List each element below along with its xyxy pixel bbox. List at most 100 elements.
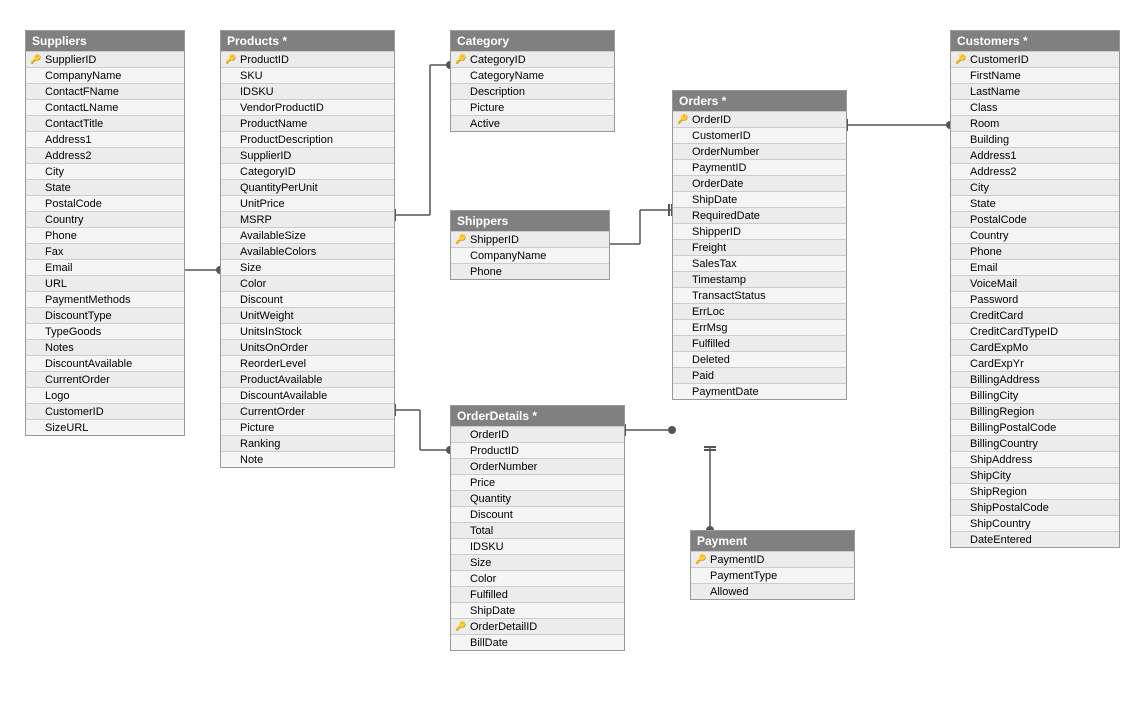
table-row: TypeGoods (26, 323, 184, 339)
table-row: Freight (673, 239, 846, 255)
spacer-icon (455, 589, 467, 601)
table-row: Note (221, 451, 394, 467)
table-row: ShipperID (673, 223, 846, 239)
field-name: Deleted (692, 354, 842, 366)
table-row: Phone (951, 243, 1119, 259)
spacer-icon (955, 406, 967, 418)
field-name: Password (970, 294, 1115, 306)
field-name: Description (470, 86, 610, 98)
table-row: 🔑OrderDetailID (451, 618, 624, 634)
table-row: CurrentOrder (26, 371, 184, 387)
field-name: IDSKU (470, 541, 620, 553)
table-row: UnitPrice (221, 195, 394, 211)
spacer-icon (955, 518, 967, 530)
table-row: SalesTax (673, 255, 846, 271)
field-name: Color (240, 278, 390, 290)
spacer-icon (225, 166, 237, 178)
spacer-icon (225, 150, 237, 162)
spacer-icon (455, 557, 467, 569)
field-name: OrderDate (692, 178, 842, 190)
spacer-icon (30, 214, 42, 226)
table-row: URL (26, 275, 184, 291)
field-name: FirstName (970, 70, 1115, 82)
field-name: ErrMsg (692, 322, 842, 334)
field-name: ProductDescription (240, 134, 390, 146)
table-row: Picture (451, 99, 614, 115)
field-name: CategoryID (240, 166, 390, 178)
table-row: PaymentType (691, 567, 854, 583)
field-name: VoiceMail (970, 278, 1115, 290)
spacer-icon (695, 570, 707, 582)
table-row: 🔑ShipperID (451, 231, 609, 247)
table-row: BillingRegion (951, 403, 1119, 419)
table-row: DateEntered (951, 531, 1119, 547)
field-name: PostalCode (970, 214, 1115, 226)
table-row: Address2 (951, 163, 1119, 179)
table-row: Country (26, 211, 184, 227)
field-name: CardExpYr (970, 358, 1115, 370)
table-row: ShipCountry (951, 515, 1119, 531)
spacer-icon (955, 262, 967, 274)
spacer-icon (30, 166, 42, 178)
table-row: SizeURL (26, 419, 184, 435)
table-row: QuantityPerUnit (221, 179, 394, 195)
table-row: Color (451, 570, 624, 586)
spacer-icon (455, 70, 467, 82)
field-name: Ranking (240, 438, 390, 450)
table-row: Fax (26, 243, 184, 259)
table-payment: Payment🔑PaymentIDPaymentTypeAllowed (690, 530, 855, 600)
table-row: ShipAddress (951, 451, 1119, 467)
spacer-icon (955, 70, 967, 82)
field-name: QuantityPerUnit (240, 182, 390, 194)
field-name: Address1 (970, 150, 1115, 162)
table-row: Discount (451, 506, 624, 522)
table-row: Password (951, 291, 1119, 307)
spacer-icon (455, 509, 467, 521)
field-name: PaymentMethods (45, 294, 180, 306)
table-row: CurrentOrder (221, 403, 394, 419)
table-row: ShipPostalCode (951, 499, 1119, 515)
field-name: TypeGoods (45, 326, 180, 338)
field-name: PaymentDate (692, 386, 842, 398)
spacer-icon (225, 230, 237, 242)
spacer-icon (955, 86, 967, 98)
table-row: State (26, 179, 184, 195)
table-row: Logo (26, 387, 184, 403)
table-row: BillingAddress (951, 371, 1119, 387)
table-row: PaymentDate (673, 383, 846, 399)
table-row: 🔑ProductID (221, 51, 394, 67)
field-name: Notes (45, 342, 180, 354)
table-row: Class (951, 99, 1119, 115)
field-name: Email (45, 262, 180, 274)
field-name: ShipCountry (970, 518, 1115, 530)
spacer-icon (30, 118, 42, 130)
spacer-icon (225, 374, 237, 386)
spacer-icon (225, 102, 237, 114)
table-row: CustomerID (673, 127, 846, 143)
spacer-icon (30, 422, 42, 434)
spacer-icon (677, 210, 689, 222)
table-row: Notes (26, 339, 184, 355)
field-name: Address2 (45, 150, 180, 162)
field-name: CreditCardTypeID (970, 326, 1115, 338)
spacer-icon (30, 182, 42, 194)
spacer-icon (955, 390, 967, 402)
table-payment-header: Payment (691, 531, 854, 551)
field-name: SupplierID (240, 150, 390, 162)
spacer-icon (955, 454, 967, 466)
table-row: ReorderLevel (221, 355, 394, 371)
table-row: 🔑SupplierID (26, 51, 184, 67)
spacer-icon (225, 358, 237, 370)
spacer-icon (955, 278, 967, 290)
table-row: Paid (673, 367, 846, 383)
field-name: Color (470, 573, 620, 585)
field-name: PaymentType (710, 570, 850, 582)
field-name: OrderNumber (692, 146, 842, 158)
spacer-icon (30, 262, 42, 274)
table-row: ShipDate (673, 191, 846, 207)
field-name: CurrentOrder (45, 374, 180, 386)
field-name: DiscountAvailable (240, 390, 390, 402)
table-row: CompanyName (26, 67, 184, 83)
field-name: Fulfilled (692, 338, 842, 350)
table-suppliers-header: Suppliers (26, 31, 184, 51)
